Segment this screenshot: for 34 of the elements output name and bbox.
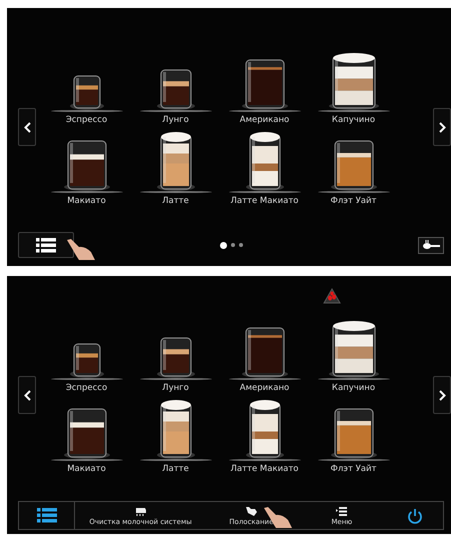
spoon-icon xyxy=(422,240,440,250)
power-icon xyxy=(407,508,423,524)
drink-label[interactable]: Американо xyxy=(240,115,290,125)
drink-label[interactable]: Капучино xyxy=(332,383,376,393)
list-button[interactable] xyxy=(18,232,74,258)
drink-label[interactable]: Лунго xyxy=(162,115,189,125)
drink-label[interactable]: Капучино xyxy=(332,115,376,125)
drink-label[interactable]: Латте Макиато xyxy=(230,196,298,206)
drink-label[interactable]: Макиато xyxy=(67,464,106,474)
drink-label[interactable]: Макиато xyxy=(67,196,106,206)
cup-button[interactable] xyxy=(418,236,444,254)
drink-label[interactable]: Эспрессо xyxy=(66,383,108,393)
page-dot[interactable] xyxy=(230,243,234,247)
drink-label[interactable]: Лунго xyxy=(162,383,189,393)
list-icon xyxy=(36,508,56,523)
menu-icon xyxy=(336,507,348,516)
drink-label[interactable]: Латте xyxy=(162,196,189,206)
previous-button[interactable] xyxy=(18,376,36,414)
drink-label[interactable]: Латте Макиато xyxy=(230,464,298,474)
drink-label[interactable]: Латте xyxy=(162,464,189,474)
previous-button[interactable] xyxy=(18,108,36,146)
drink-label[interactable]: Флэт Уайт xyxy=(330,464,376,474)
drink-label[interactable]: Флэт Уайт xyxy=(330,196,376,206)
page-dot[interactable] xyxy=(238,243,242,247)
next-button[interactable] xyxy=(433,108,451,146)
chevron-left-icon xyxy=(24,390,30,400)
page-dot[interactable] xyxy=(220,242,226,248)
list-icon xyxy=(36,238,56,252)
drink-label[interactable]: Американо xyxy=(240,383,290,393)
chevron-right-icon xyxy=(438,390,446,400)
chevron-right-icon xyxy=(438,122,446,132)
chevron-left-icon xyxy=(24,122,30,132)
drink-label[interactable]: Эспрессо xyxy=(66,115,108,125)
next-button[interactable] xyxy=(433,376,451,414)
